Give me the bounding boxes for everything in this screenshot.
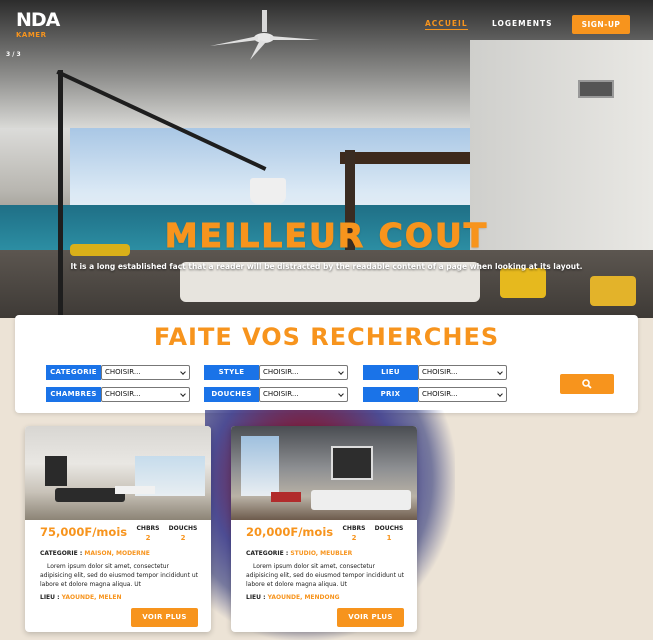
douches-stat: DOUCHS 2 [168, 525, 198, 542]
lieu-select[interactable]: CHOISIR... [418, 365, 507, 380]
douches-label: DOUCHS [168, 525, 198, 532]
chambres-label: CHBRS [136, 525, 160, 532]
prix-select[interactable]: CHOISIR... [418, 387, 507, 402]
chambres-value: 2 [351, 534, 357, 542]
search-icon [582, 379, 592, 389]
chambres-select[interactable]: CHOISIR... [101, 387, 190, 402]
listing-card: 20,000F/mois CHBRS 2 DOUCHS 1 CATEGORIE … [231, 426, 417, 632]
logo[interactable]: NDA KAMER [16, 9, 60, 40]
slide-counter: 3 / 3 [6, 51, 21, 58]
filter-label: CATEGORIE [46, 365, 101, 380]
search-panel: FAITE VOS RECHERCHES CATEGORIE CHOISIR..… [15, 315, 638, 413]
lieu-value: YAOUNDE, MELEN [61, 594, 122, 601]
listing-price: 20,000F/mois [246, 525, 334, 539]
nav-logements[interactable]: LOGEMENTS [492, 19, 553, 28]
listing-photo[interactable] [25, 426, 211, 520]
floor-lamp-shade [250, 178, 286, 204]
listing-lieu: LIEU : YAOUNDE, MENDONG [246, 594, 340, 601]
hero-cushion [590, 276, 636, 306]
chambres-stat: CHBRS 2 [133, 525, 163, 542]
listing-description: Lorem ipsum dolor sit amet, consectetur … [40, 563, 199, 588]
nav-accueil[interactable]: ACCUEIL [425, 19, 468, 30]
douches-value: 1 [386, 534, 392, 542]
hero-vent [578, 80, 614, 98]
search-button[interactable] [560, 374, 614, 394]
floor-lamp-pole [58, 70, 63, 315]
hero-pergola [340, 152, 470, 164]
listing-categorie: CATEGORIE : MAISON, MODERNE [40, 550, 150, 557]
signup-button[interactable]: SIGN-UP [572, 15, 630, 34]
hero-title: MEILLEUR COUT [164, 216, 489, 256]
douches-select[interactable]: CHOISIR... [259, 387, 348, 402]
filter-label: PRIX [363, 387, 418, 402]
hero-cushion [500, 268, 546, 298]
style-select[interactable]: CHOISIR... [259, 365, 348, 380]
chambres-label: CHBRS [342, 525, 366, 532]
categorie-label: CATEGORIE : [40, 550, 83, 557]
filter-label: DOUCHES [204, 387, 259, 402]
listing-card: 75,000F/mois CHBRS 2 DOUCHS 2 CATEGORIE … [25, 426, 211, 632]
filter-label: LIEU [363, 365, 418, 380]
listing-lieu: LIEU : YAOUNDE, MELEN [40, 594, 121, 601]
filter-chambres: CHAMBRES CHOISIR... [46, 387, 190, 402]
categorie-label: CATEGORIE : [246, 550, 289, 557]
voir-plus-button[interactable]: VOIR PLUS [337, 608, 404, 627]
listing-description: Lorem ipsum dolor sit amet, consectetur … [246, 563, 405, 588]
filter-style: STYLE CHOISIR... [204, 365, 348, 380]
douches-stat: DOUCHS 1 [374, 525, 404, 542]
ceiling-fan-icon [210, 10, 320, 60]
categorie-select[interactable]: CHOISIR... [101, 365, 190, 380]
filter-label: STYLE [204, 365, 259, 380]
voir-plus-button[interactable]: VOIR PLUS [131, 608, 198, 627]
filter-label: CHAMBRES [46, 387, 101, 402]
filter-douches: DOUCHES CHOISIR... [204, 387, 348, 402]
logo-main: NDA [16, 9, 60, 31]
filter-prix: PRIX CHOISIR... [363, 387, 507, 402]
listing-categorie: CATEGORIE : STUDIO, MEUBLER [246, 550, 352, 557]
listing-price: 75,000F/mois [40, 525, 128, 539]
filter-categorie: CATEGORIE CHOISIR... [46, 365, 190, 380]
logo-sub: KAMER [16, 31, 47, 39]
chambres-value: 2 [145, 534, 151, 542]
hero-subtitle: It is a long established fact that a rea… [70, 262, 583, 271]
categorie-value: STUDIO, MEUBLER [290, 550, 353, 557]
lieu-label: LIEU : [246, 594, 266, 601]
lieu-value: YAOUNDE, MENDONG [267, 594, 340, 601]
chambres-stat: CHBRS 2 [339, 525, 369, 542]
lieu-label: LIEU : [40, 594, 60, 601]
categorie-value: MAISON, MODERNE [84, 550, 150, 557]
filter-lieu: LIEU CHOISIR... [363, 365, 507, 380]
douches-value: 2 [180, 534, 186, 542]
douches-label: DOUCHS [374, 525, 404, 532]
listing-photo[interactable] [231, 426, 417, 520]
search-title: FAITE VOS RECHERCHES [153, 323, 500, 351]
